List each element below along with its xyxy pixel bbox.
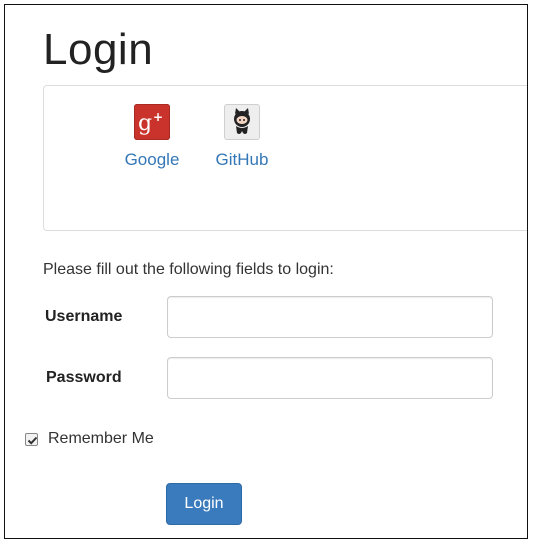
github-label: GitHub (215, 150, 269, 169)
username-input[interactable] (167, 296, 493, 338)
auth-clients-panel: g + Google GitHub (43, 85, 527, 231)
username-label: Username (45, 308, 123, 325)
login-button[interactable]: Login (166, 483, 242, 525)
remember-me-checkbox[interactable] (25, 432, 38, 446)
remember-me-row[interactable]: Remember Me (25, 430, 154, 448)
google-login-link[interactable]: g + Google (112, 104, 192, 170)
svg-text:g: g (138, 111, 152, 136)
login-page-frame: Login g + Google GitHub Please fill out … (4, 4, 528, 539)
github-octocat-icon (224, 104, 260, 140)
checkmark-icon (27, 436, 38, 445)
google-label: Google (124, 150, 180, 169)
password-input[interactable] (167, 357, 493, 399)
remember-me-label: Remember Me (48, 430, 154, 447)
svg-text:+: + (153, 110, 163, 124)
login-instructions: Please fill out the following fields to … (43, 261, 334, 278)
page-title: Login (43, 25, 154, 74)
password-label: Password (46, 369, 122, 386)
github-login-link[interactable]: GitHub (202, 104, 282, 170)
google-plus-icon: g + (134, 104, 170, 140)
